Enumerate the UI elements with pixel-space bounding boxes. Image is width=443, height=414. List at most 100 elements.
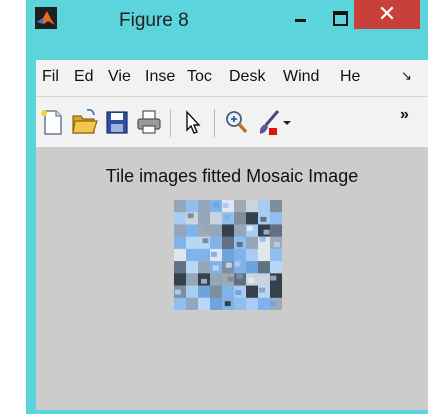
menu-view[interactable]: Vie [108, 68, 131, 86]
mosaic-tile [210, 297, 223, 310]
mosaic-tile [234, 224, 247, 237]
mosaic-tile-detail [210, 251, 217, 257]
toolbar-separator [214, 109, 215, 137]
mosaic-tile [198, 248, 211, 262]
figure-window: Figure 8 ✕ Fil Ed Vie Inse Toc Desk Wind… [26, 0, 428, 414]
mosaic-tile [222, 236, 235, 250]
mosaic-tile-detail [222, 203, 229, 208]
mosaic-tile-detail [215, 275, 222, 281]
menu-overflow-icon[interactable]: ↘ [401, 68, 412, 84]
mosaic-tile [270, 224, 282, 237]
mosaic-tile [258, 273, 271, 286]
save-icon[interactable] [103, 107, 131, 137]
title-bar[interactable]: Figure 8 ✕ [26, 0, 428, 38]
mosaic-tile [186, 297, 199, 310]
mosaic-tile [246, 236, 259, 250]
maximize-button[interactable] [326, 6, 354, 30]
mosaic-tile [174, 224, 187, 237]
mosaic-tile-detail [234, 261, 241, 267]
chevron-down-icon[interactable] [280, 107, 294, 137]
mosaic-tile-detail [263, 229, 270, 235]
mosaic-tile [186, 285, 199, 299]
menu-window[interactable]: Wind [283, 68, 319, 86]
mosaic-tile [222, 285, 235, 299]
toolbar-separator [170, 109, 171, 137]
open-folder-icon[interactable] [70, 107, 98, 137]
mosaic-tile [198, 297, 211, 310]
mosaic-tile [234, 200, 247, 213]
menu-edit[interactable]: Ed [74, 68, 94, 86]
mosaic-tile-detail [270, 301, 277, 306]
mosaic-tile [174, 261, 187, 274]
mosaic-tile-detail [213, 202, 220, 208]
mosaic-tile-detail [248, 277, 255, 283]
mosaic-tile [246, 297, 259, 310]
toolbar-overflow-button[interactable]: » [400, 106, 409, 124]
mosaic-tile [246, 200, 259, 213]
mosaic-tile [186, 273, 199, 286]
mosaic-tile [174, 200, 187, 213]
mosaic-tile [174, 212, 187, 225]
close-button[interactable]: ✕ [354, 0, 420, 29]
mosaic-tile [210, 285, 223, 299]
mosaic-tile-detail [174, 289, 181, 295]
mosaic-tile [246, 261, 259, 274]
mosaic-tile [234, 297, 247, 310]
mosaic-tile-detail [200, 278, 207, 284]
mosaic-tile [258, 200, 271, 213]
mosaic-tile [186, 236, 199, 250]
mosaic-tile [198, 200, 211, 213]
mosaic-tile [174, 297, 187, 310]
mosaic-tile-detail [236, 242, 243, 247]
mosaic-tile-detail [235, 290, 242, 295]
mosaic-tile [246, 248, 259, 262]
mosaic-tile [222, 248, 235, 262]
menu-tools[interactable]: Toc [187, 68, 212, 86]
mosaic-tile-detail [202, 238, 209, 244]
menu-help[interactable]: He [340, 68, 360, 86]
mosaic-tile [234, 248, 247, 262]
mosaic-tile-detail [260, 216, 267, 222]
mosaic-tile [198, 212, 211, 225]
mosaic-tile-detail [187, 213, 194, 219]
mosaic-tile [174, 236, 187, 250]
mosaic-tile-detail [227, 276, 234, 282]
mosaic-tile-detail [270, 202, 277, 208]
axes-title: Tile images fitted Mosaic Image [105, 166, 359, 186]
mosaic-image [174, 200, 282, 310]
mosaic-tile [270, 212, 282, 225]
menu-bar: Fil Ed Vie Inse Toc Desk Wind He ↘ [36, 60, 428, 97]
mosaic-tile-detail [224, 301, 231, 307]
mosaic-tile-detail [224, 214, 231, 220]
new-file-icon[interactable] [38, 107, 66, 137]
mosaic-tile [246, 212, 259, 225]
mosaic-tile-detail [203, 226, 210, 232]
print-icon[interactable] [135, 107, 163, 137]
menu-file[interactable]: Fil [42, 68, 59, 86]
mosaic-tile [210, 224, 223, 237]
matlab-logo-icon[interactable] [35, 7, 57, 29]
mosaic-tile [258, 248, 271, 262]
mosaic-tile [186, 200, 199, 213]
mosaic-tile-detail [246, 226, 253, 231]
mosaic-tile [270, 248, 282, 262]
zoom-in-icon[interactable] [222, 107, 250, 137]
mosaic-tile [174, 248, 187, 262]
figure-canvas: Tile images fitted Mosaic Image [36, 148, 428, 410]
toolbar: » [36, 97, 428, 148]
mosaic-tile [222, 224, 235, 237]
mosaic-tile [186, 224, 199, 237]
mosaic-tile [246, 285, 259, 299]
pointer-arrow-icon[interactable] [179, 107, 207, 137]
mosaic-tile [270, 285, 282, 299]
menu-desktop[interactable]: Desk [229, 68, 265, 86]
mosaic-tile [270, 261, 282, 274]
minimize-button[interactable] [287, 6, 315, 30]
window-title: Figure 8 [119, 10, 189, 31]
brush-icon[interactable] [254, 107, 282, 137]
menu-insert[interactable]: Inse [145, 68, 175, 86]
mosaic-tile [258, 297, 271, 310]
mosaic-tile-detail [259, 236, 266, 242]
mosaic-tile [198, 261, 211, 274]
mosaic-tile-detail [270, 275, 277, 281]
